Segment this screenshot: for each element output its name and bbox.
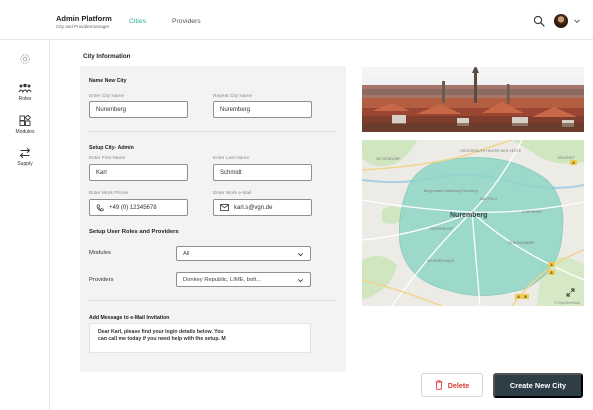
- app-root: Admin Platform City and Providermanager …: [0, 0, 593, 410]
- expand-icon[interactable]: [566, 288, 575, 297]
- map-canvas: 4 4 8 4 8 NETZENDORF GROSSREUTH HINTER D…: [362, 140, 584, 306]
- modules-icon: [19, 115, 31, 126]
- work-phone-input[interactable]: +49 (0) 12345678: [89, 199, 188, 216]
- providers-label: Providers: [89, 277, 114, 283]
- sidebar-item-roles[interactable]: Roles: [0, 83, 50, 102]
- work-email-input[interactable]: karl.s@vgn.de: [213, 199, 312, 216]
- create-button-label: Create New City: [509, 381, 567, 390]
- last-name-value: Schmidt: [220, 169, 242, 176]
- work-email-label: Enter Work e-Mail: [213, 191, 252, 196]
- search-icon[interactable]: [533, 15, 545, 27]
- repeat-city-name-value: Nuremberg: [220, 106, 251, 113]
- first-name-label: Enter First Name: [89, 156, 126, 161]
- chevron-down-icon[interactable]: [573, 17, 581, 25]
- map-label: WEISSES HAUS: [427, 259, 455, 263]
- chevron-down-icon: [298, 279, 303, 283]
- create-new-city-button[interactable]: Create New City: [493, 373, 583, 398]
- tab-cities[interactable]: Cities: [129, 18, 146, 25]
- page-title: City Information: [83, 53, 131, 60]
- brand-subtitle: City and Providermanager: [56, 24, 110, 29]
- map-city-label: Nuremberg: [450, 212, 487, 219]
- city-name-label: Enter City Name: [89, 94, 125, 99]
- city-photo-image: [362, 67, 584, 132]
- map-label: NETZENDORF: [376, 157, 401, 161]
- map-credit: © OpenStreetMap: [554, 301, 580, 305]
- modules-select[interactable]: All: [176, 246, 311, 261]
- modules-label: Modules: [89, 250, 111, 256]
- sidebar: Roles Modules Supply: [0, 40, 50, 410]
- delete-button[interactable]: Delete: [421, 373, 483, 397]
- first-name-input[interactable]: Karl: [89, 164, 188, 181]
- repeat-city-name-input[interactable]: Nuremberg: [213, 101, 312, 118]
- map-label: ERLENST: [558, 156, 575, 160]
- map-label: LOHENHOF: [522, 210, 543, 214]
- work-email-value: karl.s@vgn.de: [234, 204, 273, 211]
- mail-icon: [220, 204, 229, 211]
- city-name-input[interactable]: Nuremberg: [89, 101, 188, 118]
- city-name-value: Nuremberg: [96, 106, 127, 113]
- work-phone-value: +49 (0) 12345678: [109, 204, 157, 211]
- brand-title: Admin Platform: [56, 14, 112, 23]
- map-label: MAXFELD: [480, 197, 497, 201]
- message-line: Dear Karl, please find your login detail…: [98, 329, 224, 335]
- top-bar: Admin Platform City and Providermanager …: [0, 0, 593, 40]
- repeat-city-name-label: Repeat City Name: [213, 94, 253, 99]
- message-line: can call me today if you need help with …: [98, 336, 226, 343]
- admin-section-title: Setup City- Admin: [89, 145, 134, 151]
- brand: Admin Platform City and Providermanager: [56, 14, 112, 29]
- work-phone-label: Enter Work Phone: [89, 191, 129, 196]
- map-label: GLEISHAMMER: [508, 241, 535, 245]
- roles-section-title: Setup User Roles and Providers: [89, 229, 179, 235]
- delete-button-label: Delete: [447, 380, 470, 390]
- modules-select-value: All: [183, 250, 190, 257]
- city-map[interactable]: 4 4 8 4 8 NETZENDORF GROSSREUTH HINTER D…: [362, 140, 584, 306]
- message-section-title: Add Message to e-Mail Invitation: [89, 315, 170, 321]
- name-section-title: Name New City: [89, 78, 127, 84]
- providers-select-value: Donkey Republic, LIME, bolt...: [183, 276, 261, 283]
- map-label: GOSTENHOF: [430, 227, 454, 231]
- tab-providers[interactable]: Providers: [172, 18, 201, 25]
- divider: [89, 131, 336, 132]
- divider: [89, 300, 336, 301]
- roles-icon: [18, 83, 32, 93]
- map-label: GROSSREUTH HINTER DER VESTE: [460, 149, 522, 153]
- providers-select[interactable]: Donkey Republic, LIME, bolt...: [176, 272, 311, 287]
- settings-icon: [20, 54, 30, 64]
- sidebar-item-modules[interactable]: Modules: [0, 115, 50, 135]
- last-name-label: Enter Last Name: [213, 156, 249, 161]
- sidebar-item-label: Modules: [15, 129, 35, 135]
- chevron-down-icon: [298, 253, 303, 257]
- invitation-message-textarea[interactable]: Dear Karl, please find your login detail…: [89, 323, 311, 353]
- trash-icon: [435, 380, 443, 390]
- sidebar-item-supply[interactable]: Supply: [0, 147, 50, 167]
- sidebar-item-label: Roles: [18, 96, 32, 102]
- last-name-input[interactable]: Schmidt: [213, 164, 312, 181]
- map-label: Burgmusem Kaiserburg Nürnberg: [424, 189, 478, 193]
- swap-arrows-icon: [19, 147, 31, 159]
- user-avatar[interactable]: [554, 14, 568, 28]
- first-name-value: Karl: [96, 169, 107, 176]
- sidebar-item-label: Supply: [17, 161, 33, 167]
- sidebar-item-settings[interactable]: [0, 53, 50, 65]
- phone-icon: [96, 203, 104, 211]
- city-photo: [362, 67, 584, 132]
